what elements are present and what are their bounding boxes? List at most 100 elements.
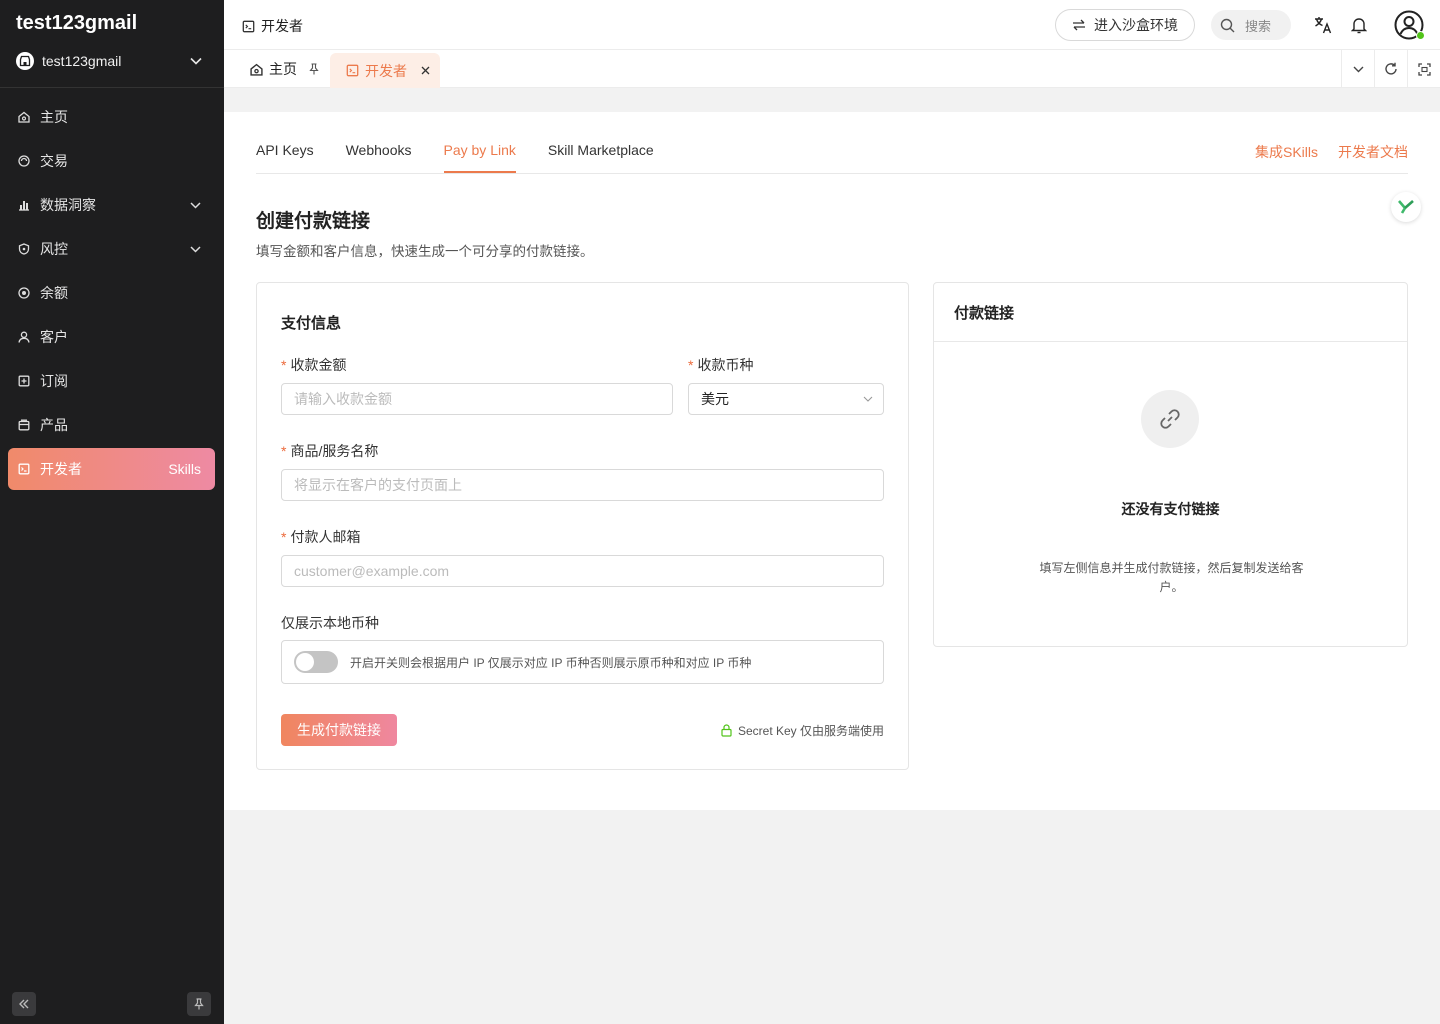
required-mark: * [281,357,286,373]
search-input[interactable]: 搜索 [1211,10,1291,40]
required-mark: * [281,529,286,545]
tabs-actions [1341,50,1440,88]
top-title-text: 开发者 [261,16,303,36]
secret-note-text: Secret Key 仅由服务端使用 [738,722,884,739]
lock-icon [721,724,732,737]
amount-label: *收款金额 [281,355,346,375]
user-icon [18,331,30,343]
sidebar-item-label: 产品 [40,415,68,435]
assistant-logo-icon [1398,200,1414,214]
sidebar-item-label: 客户 [40,327,68,347]
account-switcher[interactable]: test123gmail [16,50,208,72]
home-icon [250,63,263,76]
fullscreen-icon [1418,63,1431,76]
payment-info-panel: 支付信息 *收款金额 请输入收款金额 *收款币种 美元 *商品/服务名称 将显示… [256,282,909,770]
tab-home[interactable]: 主页 [250,50,319,88]
brand-title: test123gmail [16,12,137,35]
sidebar-item-label: 数据洞察 [40,195,96,215]
subtabs-divider [256,173,1408,174]
sidebar-item-balance[interactable]: 余额 [8,272,215,314]
double-chevron-left-icon [18,999,30,1009]
generate-link-button[interactable]: 生成付款链接 [281,714,397,746]
required-mark: * [688,357,693,373]
page-subtitle: 填写金额和客户信息，快速生成一个可分享的付款链接。 [256,240,594,260]
tab-developer[interactable]: 开发者 [330,53,440,88]
pin-icon[interactable] [309,63,319,75]
translate-button[interactable] [1312,14,1334,36]
assistant-button[interactable] [1391,192,1421,222]
chart-icon [18,199,30,211]
online-status-dot [1416,31,1425,40]
sidebar-item-data-insights[interactable]: 数据洞察 [8,184,215,226]
translate-icon [1314,16,1332,34]
empty-state-description: 填写左侧信息并生成付款链接，然后复制发送给客户。 [1034,559,1309,597]
sidebar: test123gmail test123gmail 主页 交易 数据洞察 风控 [0,0,224,1024]
sidebar-item-label: 余额 [40,283,68,303]
currency-label-text: 收款币种 [697,357,753,373]
amount-input[interactable]: 请输入收款金额 [281,383,673,415]
balance-icon [18,287,30,299]
sandbox-button[interactable]: 进入沙盒环境 [1055,9,1195,41]
sidebar-item-label: 订阅 [40,371,68,391]
bell-icon [1351,16,1367,34]
sidebar-item-label: 主页 [40,107,68,127]
shield-icon [18,243,30,255]
link-placeholder [1141,390,1199,448]
chevron-down-icon [190,246,201,253]
user-avatar[interactable] [1394,10,1424,40]
link-icon [1158,407,1182,431]
subtab-webhooks[interactable]: Webhooks [346,142,412,173]
sidebar-item-developer[interactable]: 开发者 Skills [8,448,215,490]
subtab-skill-marketplace[interactable]: Skill Marketplace [548,142,654,173]
product-name-input[interactable]: 将显示在客户的支付页面上 [281,469,884,501]
sidebar-item-home[interactable]: 主页 [8,96,215,138]
developer-icon [346,64,359,77]
developer-icon [18,463,30,475]
email-label: *付款人邮箱 [281,527,360,547]
secret-key-note: Secret Key 仅由服务端使用 [721,722,884,739]
sidebar-item-transactions[interactable]: 交易 [8,140,215,182]
product-label-text: 商品/服务名称 [290,443,378,459]
developer-docs-link[interactable]: 开发者文档 [1338,142,1408,162]
store-icon [16,52,34,70]
page-breadcrumb: 开发者 [242,16,303,36]
chevron-down-icon [190,57,202,65]
amount-label-text: 收款金额 [290,357,346,373]
sidebar-item-label: 交易 [40,151,68,171]
fullscreen-button[interactable] [1407,50,1440,88]
refresh-icon [1384,62,1398,76]
developer-icon [242,20,255,33]
sidebar-item-risk-control[interactable]: 风控 [8,228,215,270]
integrate-skills-link[interactable]: 集成SKills [1255,142,1318,162]
product-placeholder: 将显示在客户的支付页面上 [294,475,462,495]
sidebar-item-customers[interactable]: 客户 [8,316,215,358]
toggle-description: 开启开关则会根据用户 IP 仅展示对应 IP 币种否则展示原币种和对应 IP 币… [350,654,751,671]
sidebar-item-subscriptions[interactable]: 订阅 [8,360,215,402]
currency-select[interactable]: 美元 [688,383,884,415]
sidebar-item-label: 风控 [40,239,68,259]
pin-sidebar-button[interactable] [187,992,211,1016]
skills-badge[interactable]: Skills [168,461,201,477]
product-icon [18,419,30,431]
collapse-sidebar-button[interactable] [12,992,36,1016]
notifications-button[interactable] [1348,14,1370,36]
payer-email-input[interactable]: customer@example.com [281,555,884,587]
subtab-api-keys[interactable]: API Keys [256,142,314,173]
sidebar-item-products[interactable]: 产品 [8,404,215,446]
local-currency-switch[interactable] [294,651,338,673]
refresh-button[interactable] [1374,50,1407,88]
subtab-pay-by-link[interactable]: Pay by Link [444,142,516,173]
main-content-card: API Keys Webhooks Pay by Link Skill Mark… [224,112,1440,810]
empty-state-title: 还没有支付链接 [934,499,1407,519]
search-placeholder: 搜索 [1245,16,1271,35]
sidebar-divider [0,87,224,88]
switch-knob [296,653,314,671]
close-icon[interactable] [421,66,430,75]
page-tabs-bar: 主页 开发者 [224,50,1440,88]
switch-arrows-icon [1072,19,1086,31]
sidebar-item-label: 开发者 [40,459,82,479]
product-label: *商品/服务名称 [281,441,378,461]
tabs-dropdown-button[interactable] [1341,50,1374,88]
email-label-text: 付款人邮箱 [290,529,360,545]
pin-icon [194,998,204,1010]
